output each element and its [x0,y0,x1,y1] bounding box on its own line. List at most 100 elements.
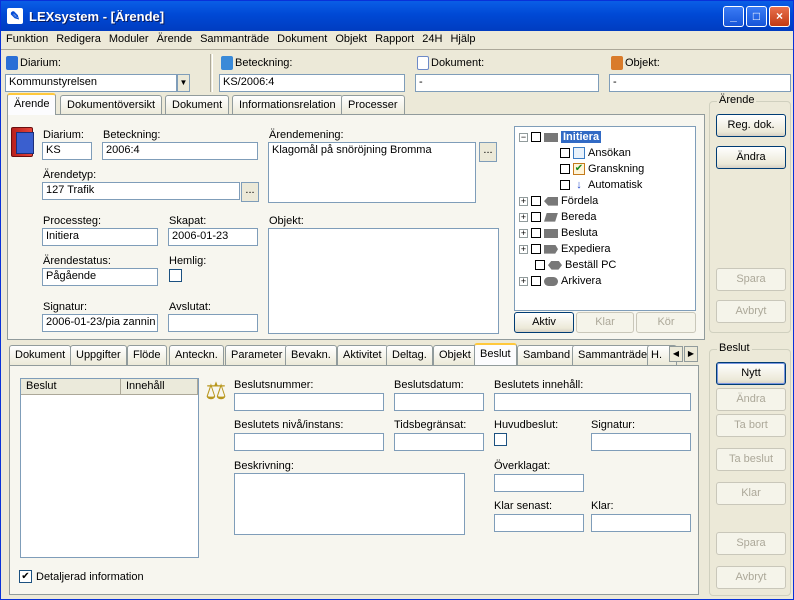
tab-b-flode[interactable]: Flöde [127,345,167,365]
arendemening-browse-button[interactable]: ... [479,142,497,162]
arendetyp-browse-button[interactable]: ... [241,182,259,202]
spara-arende-button[interactable]: Spara [716,268,786,291]
tree-checkbox[interactable] [531,132,541,143]
expand-icon[interactable]: + [519,228,528,238]
tab-dokumentoversikt[interactable]: Dokumentöversikt [60,95,163,115]
klar-input[interactable] [591,514,691,532]
klar-beslut-button[interactable]: Klar [716,482,786,505]
tab-scroll-left-icon[interactable]: ◀ [669,346,683,362]
huvudbeslut-checkbox[interactable] [494,433,507,446]
tab-b-deltag[interactable]: Deltag. [386,345,433,365]
objekt-toolbar-input[interactable]: - [609,74,791,92]
skapat-input[interactable]: 2006-01-23 [168,228,258,246]
tree-checkbox[interactable] [531,228,541,239]
objekt-listbox[interactable] [268,228,499,334]
menu-rapport[interactable]: Rapport [370,31,417,45]
tab-b-aktivitet[interactable]: Aktivitet [337,345,388,365]
tidsbegransat-input[interactable] [394,433,484,451]
tree-node-bestall-pc[interactable]: Beställ PC [532,257,616,273]
tab-b-beslut[interactable]: Beslut [474,343,517,365]
tab-scroll-right-icon[interactable]: ▶ [684,346,698,362]
tree-checkbox[interactable] [531,244,541,255]
tab-informationsrelation[interactable]: Informationsrelation [232,95,343,115]
maximize-button[interactable]: □ [746,6,767,27]
tab-arende[interactable]: Ärende [7,93,57,115]
klar-tree-button[interactable]: Klar [576,312,634,333]
menu-moduler[interactable]: Moduler [104,31,152,45]
chevron-down-icon[interactable]: ▼ [177,74,190,92]
tab-b-dokument[interactable]: Dokument [9,345,72,365]
tree-checkbox[interactable] [560,164,570,175]
nytt-button[interactable]: Nytt [716,362,786,385]
andra-beslut-button[interactable]: Ändra [716,388,786,411]
tree-node-initiera[interactable]: − Initiera [519,129,602,145]
form-beteckning-input[interactable]: 2006:4 [102,142,258,160]
hemlig-checkbox[interactable] [169,269,182,282]
column-beslut[interactable]: Beslut [21,379,121,395]
column-innehall[interactable]: Innehåll [121,379,198,395]
tab-processer[interactable]: Processer [341,95,405,115]
menu-redigera[interactable]: Redigera [51,31,104,45]
tab-b-anteckn[interactable]: Anteckn. [169,345,224,365]
beslutsdatum-input[interactable] [394,393,484,411]
tab-b-sammantrade[interactable]: Sammanträde [572,345,654,365]
form-diarium-input[interactable]: KS [42,142,92,160]
tab-b-uppgifter[interactable]: Uppgifter [70,345,127,365]
ta-beslut-button[interactable]: Ta beslut [716,448,786,471]
overklagat-input[interactable] [494,474,584,492]
tab-b-parameter[interactable]: Parameter [225,345,289,365]
tree-checkbox[interactable] [560,148,570,159]
tree-checkbox[interactable] [531,196,541,207]
beteckning-input[interactable]: KS/2006:4 [219,74,405,92]
menu-arende[interactable]: Ärende [152,31,195,45]
tree-node-expediera[interactable]: + Expediera [519,241,611,257]
signatur-input[interactable]: 2006-01-23/pia zannin [42,314,158,332]
menu-dokument[interactable]: Dokument [272,31,330,45]
tree-node-granskning[interactable]: ✔ Granskning [557,161,644,177]
dokument-input[interactable]: - [415,74,599,92]
menu-sammantrade[interactable]: Sammanträde [195,31,272,45]
arendetyp-input[interactable]: 127 Trafik [42,182,240,200]
menu-funktion[interactable]: Funktion [1,31,51,45]
ta-bort-button[interactable]: Ta bort [716,414,786,437]
expand-icon[interactable]: + [519,276,528,286]
tree-node-besluta[interactable]: + Besluta [519,225,598,241]
menu-hjalp[interactable]: Hjälp [445,31,478,45]
expand-icon[interactable]: + [519,212,528,222]
minimize-button[interactable]: _ [723,6,744,27]
klar-senast-input[interactable] [494,514,584,532]
tree-node-automatisk[interactable]: ↓ Automatisk [557,177,642,193]
diarium-select[interactable]: Kommunstyrelsen [5,74,177,92]
close-button[interactable]: × [769,6,790,27]
avslutat-input[interactable] [168,314,258,332]
kor-button[interactable]: Kör [636,312,696,333]
spara-beslut-button[interactable]: Spara [716,532,786,555]
andra-arende-button[interactable]: Ändra [716,146,786,169]
beslutsnummer-input[interactable] [234,393,384,411]
tree-node-arkivera[interactable]: + Arkivera [519,273,601,289]
tree-checkbox[interactable] [531,276,541,287]
beslutets-innehall-input[interactable] [494,393,691,411]
beslutets-niva-input[interactable] [234,433,384,451]
arendestatus-input[interactable]: Pågående [42,268,158,286]
beslut-signatur-input[interactable] [591,433,691,451]
tree-node-ansokan[interactable]: Ansökan [557,145,631,161]
process-tree[interactable]: − Initiera Ansökan ✔ Granskning ↓ Automatis… [514,126,696,311]
tab-b-samband[interactable]: Samband [517,345,577,365]
tree-checkbox[interactable] [531,212,541,223]
menu-objekt[interactable]: Objekt [330,31,370,45]
title-bar[interactable]: ✎ LEXsystem - [Ärende] _ □ × [1,1,793,31]
aktiv-button[interactable]: Aktiv [514,312,574,333]
detaljerad-checkbox[interactable]: ✔ [19,570,32,583]
tab-b-bevakn[interactable]: Bevakn. [285,345,337,365]
menu-24h[interactable]: 24H [417,31,445,45]
tab-b-objekt[interactable]: Objekt [433,345,477,365]
expand-icon[interactable]: + [519,196,528,206]
tree-checkbox[interactable] [535,260,545,271]
tree-node-fordela[interactable]: + Fördela [519,193,598,209]
tab-dokument[interactable]: Dokument [165,95,230,115]
reg-dok-button[interactable]: Reg. dok. [716,114,786,137]
beskrivning-textarea[interactable] [234,473,465,535]
beslut-list[interactable]: Beslut Innehåll [20,378,199,558]
processteg-input[interactable]: Initiera [42,228,158,246]
